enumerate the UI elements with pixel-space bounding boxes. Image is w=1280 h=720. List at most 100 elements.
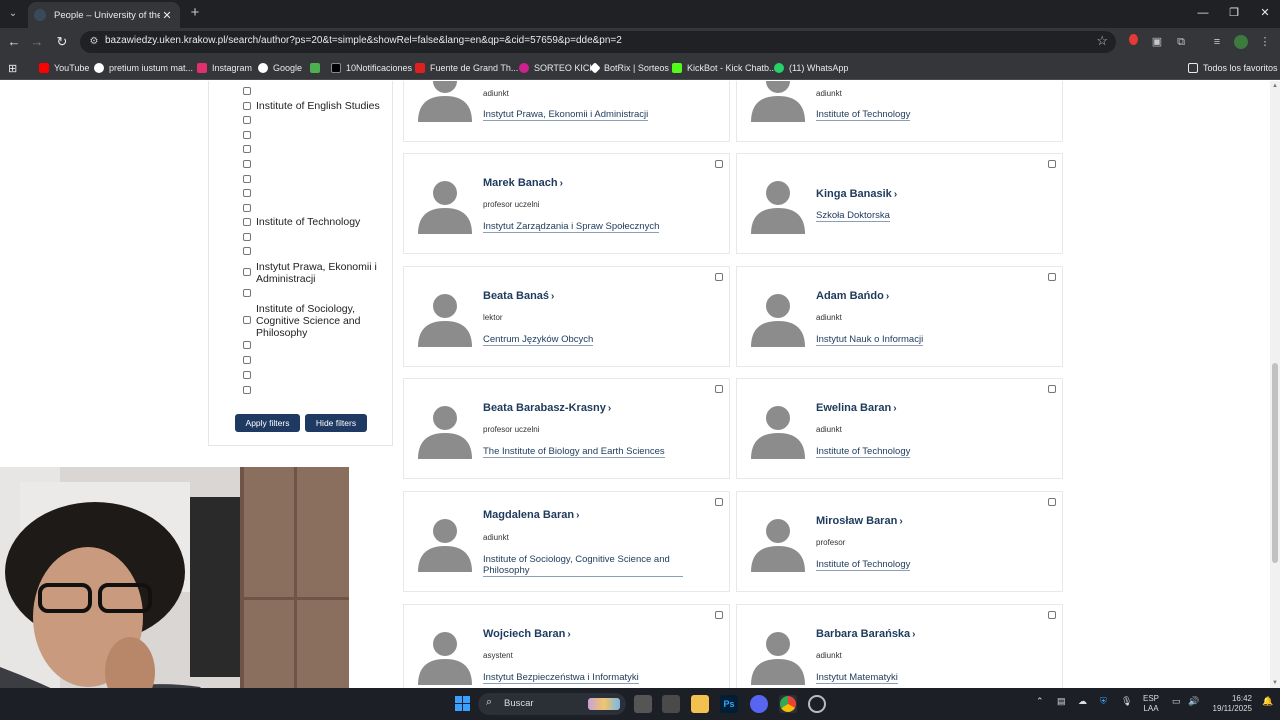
person-card[interactable]: Beata Banaś › lektor Centrum Języków Obcy… — [403, 266, 730, 367]
filter-checkbox[interactable] — [243, 341, 251, 349]
filter-checkbox[interactable] — [243, 102, 251, 110]
filter-checkbox[interactable] — [243, 116, 251, 124]
profile-avatar[interactable] — [1232, 33, 1250, 51]
apps-grid-icon[interactable]: ⊞ — [8, 60, 17, 76]
address-bar[interactable]: ⚙ bazawiedzy.uken.krakow.pl/search/autho… — [80, 31, 1116, 53]
reload-button[interactable]: ↻ — [53, 33, 71, 51]
extension-icon[interactable]: ▣ — [1148, 33, 1166, 51]
person-unit-link[interactable]: Institute of Technology — [816, 109, 911, 121]
person-card[interactable]: Wojciech Baran › asystent Instytut Bezpie… — [403, 604, 730, 688]
person-card[interactable]: Barbara Barańska › adiunkt Instytut Matem… — [736, 604, 1063, 688]
person-card[interactable]: Mirosław Baran › profesor Institute of Te… — [736, 491, 1063, 592]
filter-checkbox[interactable] — [243, 371, 251, 379]
filter-checkbox[interactable] — [243, 175, 251, 183]
bookmark-youtube[interactable]: YouTube — [39, 60, 89, 76]
filter-checkbox[interactable] — [243, 247, 251, 255]
person-unit-link[interactable]: Institute of Technology — [816, 446, 911, 458]
restore-button[interactable]: ❐ — [1219, 4, 1249, 22]
filter-checkbox[interactable] — [243, 268, 251, 276]
tray-app-icon[interactable]: ▤ — [1057, 696, 1066, 707]
filter-checkbox[interactable] — [243, 204, 251, 212]
filter-checkbox[interactable] — [243, 131, 251, 139]
back-button[interactable]: ← — [5, 33, 23, 51]
person-name-link[interactable]: Wojciech Baran › — [483, 628, 571, 640]
filter-checkbox[interactable] — [243, 233, 251, 241]
select-checkbox[interactable] — [715, 498, 723, 506]
select-checkbox[interactable] — [715, 611, 723, 619]
person-unit-link[interactable]: Instytut Bezpieczeństwa i Informatyki — [483, 672, 639, 684]
browser-menu-icon[interactable]: ⋮ — [1256, 33, 1274, 51]
language-indicator[interactable]: ESP LAA — [1143, 694, 1159, 714]
person-unit-link[interactable]: Szkoła Doktorska — [816, 210, 890, 222]
select-checkbox[interactable] — [715, 160, 723, 168]
extensions-puzzle-icon[interactable]: ⧉ — [1172, 33, 1190, 51]
scrollbar-thumb[interactable] — [1272, 363, 1278, 563]
reading-list-icon[interactable]: ≡ — [1208, 33, 1226, 51]
person-unit-link[interactable]: Instytut Prawa, Ekonomii i Administracji — [483, 109, 649, 121]
discord-icon[interactable] — [750, 695, 768, 713]
person-unit-link[interactable]: Instytut Zarządzania i Spraw Społecznych — [483, 221, 660, 233]
select-checkbox[interactable] — [1048, 498, 1056, 506]
network-icon[interactable]: ▭ — [1172, 696, 1181, 707]
person-name-link[interactable]: Barbara Barańska › — [816, 628, 916, 640]
bookmark-instagram[interactable]: Instagram — [197, 60, 252, 76]
select-checkbox[interactable] — [1048, 273, 1056, 281]
person-name-link[interactable]: Marek Banach › — [483, 177, 563, 189]
bookmark-pinwheel[interactable] — [310, 60, 325, 76]
filter-checkbox[interactable] — [243, 189, 251, 197]
active-tab[interactable]: People – University of the Natio ✕ — [28, 2, 180, 28]
person-name-link[interactable]: Adam Bańdo › — [816, 290, 889, 302]
person-card[interactable]: Ewelina Baran › adiunkt Institute of Tech… — [736, 378, 1063, 479]
system-clock[interactable]: 16:42 19/11/2025 — [1204, 694, 1252, 714]
bookmark-google[interactable]: Google — [258, 60, 302, 76]
person-name-link[interactable]: Magdalena Baran › — [483, 509, 579, 521]
scroll-down-arrow-icon[interactable]: ▼ — [1270, 678, 1280, 688]
person-unit-link[interactable]: The Institute of Biology and Earth Scien… — [483, 446, 665, 458]
notifications-bell-icon[interactable]: 🔔 — [1262, 696, 1273, 707]
select-checkbox[interactable] — [715, 273, 723, 281]
taskbar-search[interactable]: ⌕ Buscar — [478, 693, 626, 715]
person-card[interactable]: Kinga Banasik › Szkoła Doktorska — [736, 153, 1063, 254]
person-unit-link[interactable]: Institute of Sociology, Cognitive Scienc… — [483, 554, 683, 577]
chrome-icon[interactable] — [779, 695, 797, 713]
select-checkbox[interactable] — [1048, 160, 1056, 168]
filter-checkbox[interactable] — [243, 160, 251, 168]
person-name-link[interactable]: Kinga Banasik › — [816, 188, 897, 200]
volume-icon[interactable]: 🔊 — [1188, 696, 1199, 707]
page-scrollbar[interactable]: ▲ ▼ — [1270, 81, 1280, 688]
close-tab-icon[interactable]: ✕ — [160, 9, 174, 22]
task-view-icon[interactable] — [634, 695, 652, 713]
bookmark-star-icon[interactable]: ☆ — [1096, 33, 1108, 49]
scroll-up-arrow-icon[interactable]: ▲ — [1270, 81, 1280, 91]
bookmark-sorteo-kick[interactable]: SORTEO KICK — [519, 60, 595, 76]
app-badge-icon[interactable] — [808, 695, 826, 713]
person-unit-link[interactable]: Instytut Nauk o Informacji — [816, 334, 924, 346]
bookmark-10notificaciones[interactable]: 10Notificaciones — [331, 60, 412, 76]
person-unit-link[interactable]: Institute of Technology — [816, 559, 911, 571]
filter-checkbox[interactable] — [243, 356, 251, 364]
apply-filters-button[interactable]: Apply filters — [235, 414, 300, 432]
bookmark-kickbot[interactable]: KickBot - Kick Chatb... — [672, 60, 777, 76]
defender-shield-icon[interactable]: ⛨ — [1100, 696, 1107, 707]
close-window-button[interactable]: ✕ — [1250, 4, 1280, 22]
select-checkbox[interactable] — [715, 385, 723, 393]
photoshop-icon[interactable]: Ps — [720, 695, 738, 713]
all-bookmarks[interactable]: Todos los favoritos — [1188, 60, 1278, 76]
forward-button[interactable]: → — [28, 33, 46, 51]
person-name-link[interactable]: Ewelina Baran › — [816, 402, 897, 414]
site-info-icon[interactable]: ⚙ — [86, 34, 102, 50]
person-name-link[interactable]: Beata Banaś › — [483, 290, 554, 302]
person-card[interactable]: adiunkt Instytut Prawa, Ekonomii i Admin… — [403, 81, 730, 142]
person-unit-link[interactable]: Instytut Matematyki — [816, 672, 898, 684]
minimize-button[interactable]: — — [1188, 4, 1218, 22]
person-unit-link[interactable]: Centrum Języków Obcych — [483, 334, 594, 346]
microphone-icon[interactable]: 🎙 — [1121, 696, 1132, 707]
extension-icon[interactable] — [1124, 33, 1142, 51]
start-windows-icon[interactable] — [454, 695, 472, 713]
onedrive-cloud-icon[interactable]: ☁ — [1078, 696, 1087, 707]
person-card[interactable]: Beata Barabasz-Krasny › profesor uczelni … — [403, 378, 730, 479]
app-icon[interactable] — [662, 695, 680, 713]
filter-checkbox[interactable] — [243, 289, 251, 297]
filter-checkbox[interactable] — [243, 218, 251, 226]
person-name-link[interactable]: Beata Barabasz-Krasny › — [483, 402, 611, 414]
